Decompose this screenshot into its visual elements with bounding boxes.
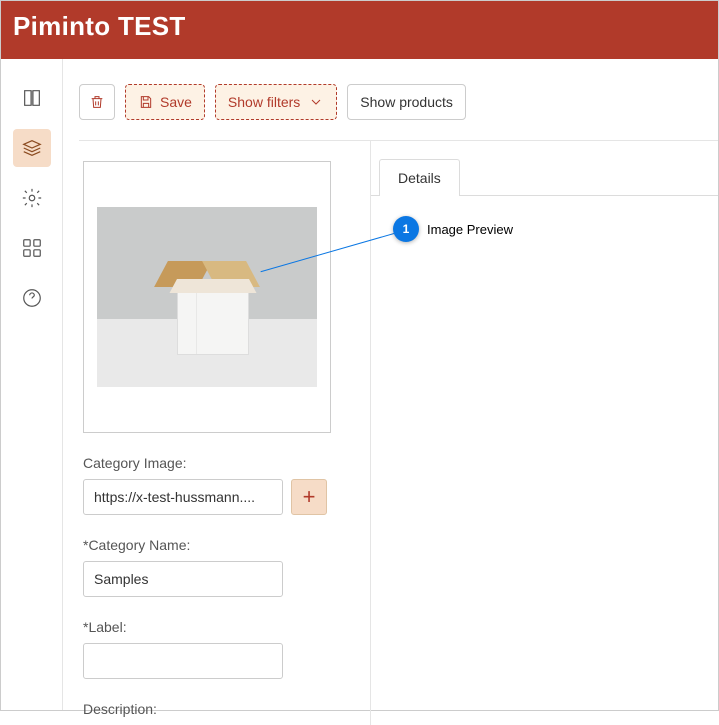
add-image-button[interactable]: + bbox=[291, 479, 327, 515]
left-pane: Category Image: + *Category Name: *Label… bbox=[79, 141, 371, 725]
trash-icon bbox=[89, 94, 105, 110]
box-illustration bbox=[97, 207, 317, 387]
annotation-text: Image Preview bbox=[427, 222, 513, 237]
layers-icon bbox=[21, 137, 43, 159]
image-preview bbox=[83, 161, 331, 433]
category-name-group: *Category Name: bbox=[83, 537, 352, 597]
delete-button[interactable] bbox=[79, 84, 115, 120]
description-label: Description: bbox=[83, 701, 352, 717]
annotation-badge: 1 bbox=[393, 216, 419, 242]
save-button[interactable]: Save bbox=[125, 84, 205, 120]
tabs: Details bbox=[371, 159, 718, 196]
label-input[interactable] bbox=[83, 643, 283, 679]
main-split: Category Image: + *Category Name: *Label… bbox=[79, 140, 718, 725]
save-icon bbox=[138, 94, 154, 110]
show-filters-button[interactable]: Show filters bbox=[215, 84, 337, 120]
label-label: *Label: bbox=[83, 619, 352, 635]
gear-icon bbox=[21, 187, 43, 209]
grid-icon bbox=[21, 237, 43, 259]
category-name-label: *Category Name: bbox=[83, 537, 352, 553]
category-image-input[interactable] bbox=[83, 479, 283, 515]
save-button-label: Save bbox=[160, 94, 192, 110]
app-title: Piminto TEST bbox=[13, 11, 186, 42]
category-name-input[interactable] bbox=[83, 561, 283, 597]
book-icon bbox=[21, 87, 43, 109]
toolbar: Save Show filters Show products bbox=[79, 84, 718, 140]
sidebar-item-layers[interactable] bbox=[13, 129, 51, 167]
show-products-button[interactable]: Show products bbox=[347, 84, 466, 120]
sidebar bbox=[1, 59, 63, 710]
label-group: *Label: bbox=[83, 619, 352, 679]
show-products-label: Show products bbox=[360, 94, 453, 110]
chevron-down-icon bbox=[308, 94, 324, 110]
plus-icon: + bbox=[303, 484, 316, 510]
annotation-number: 1 bbox=[403, 222, 410, 236]
main-content: Save Show filters Show products Category bbox=[63, 59, 718, 710]
help-icon bbox=[21, 287, 43, 309]
sidebar-item-settings[interactable] bbox=[13, 179, 51, 217]
category-image-group: Category Image: + bbox=[83, 455, 352, 515]
app-header: Piminto TEST bbox=[1, 1, 718, 59]
sidebar-item-apps[interactable] bbox=[13, 229, 51, 267]
show-filters-label: Show filters bbox=[228, 94, 300, 110]
tab-details-label: Details bbox=[398, 170, 441, 186]
annotation: 1 Image Preview bbox=[393, 216, 513, 242]
category-image-label: Category Image: bbox=[83, 455, 352, 471]
tab-details[interactable]: Details bbox=[379, 159, 460, 196]
sidebar-item-help[interactable] bbox=[13, 279, 51, 317]
sidebar-item-book[interactable] bbox=[13, 79, 51, 117]
description-group: Description: bbox=[83, 701, 352, 717]
right-pane: Details 1 Image Preview bbox=[371, 141, 718, 725]
